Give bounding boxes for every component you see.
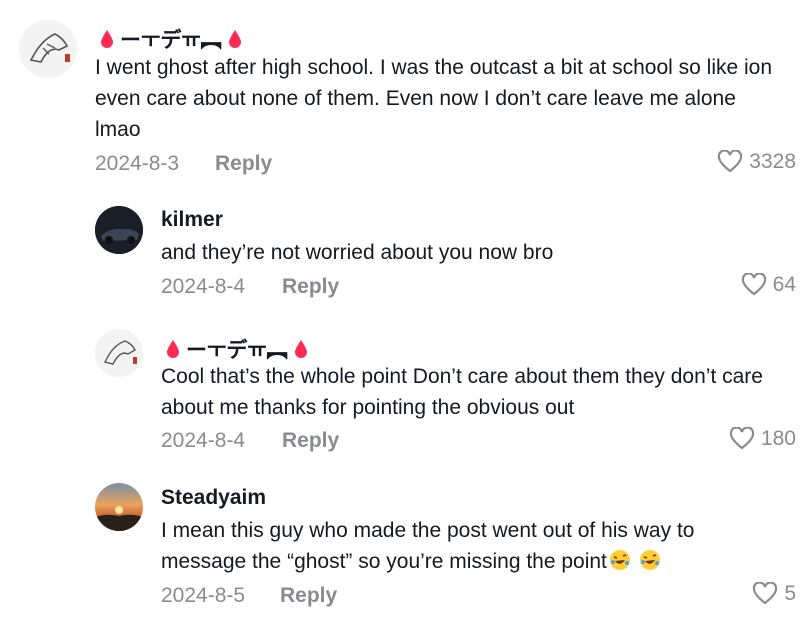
like-button[interactable]: 180 bbox=[729, 427, 796, 451]
like-count: 5 bbox=[784, 582, 796, 605]
heart-outline-icon bbox=[741, 273, 766, 296]
heart-outline-icon bbox=[729, 427, 755, 450]
comment-username[interactable]: ーㅜデㅠ︻ bbox=[100, 24, 242, 54]
comment-username[interactable]: kilmer bbox=[161, 208, 223, 232]
avatar[interactable] bbox=[95, 483, 143, 531]
heart-outline-icon bbox=[753, 582, 778, 605]
like-button[interactable]: 3328 bbox=[717, 150, 796, 174]
comment-text: and they’re not worried about you now br… bbox=[161, 241, 554, 264]
comment-text: I went ghost after high school. I was th… bbox=[95, 56, 773, 141]
comment-date: 2024-8-4 bbox=[161, 429, 246, 452]
rolling-laughing-emoji bbox=[609, 550, 630, 570]
like-button[interactable]: 5 bbox=[752, 582, 796, 606]
rolling-laughing-emoji bbox=[639, 550, 660, 570]
like-count: 64 bbox=[772, 273, 796, 296]
red-drop-icon bbox=[167, 340, 179, 358]
comment-username[interactable]: ーㅜデㅠ︻ bbox=[166, 334, 308, 364]
reply-button[interactable]: Reply bbox=[282, 275, 339, 299]
comment-username[interactable]: Steadyaim bbox=[161, 486, 266, 510]
avatar[interactable] bbox=[95, 206, 143, 254]
reply-button[interactable]: Reply bbox=[215, 152, 272, 176]
comment-date: 2024-8-4 bbox=[161, 275, 246, 298]
username-text: ーㅜデㅠ︻ bbox=[186, 339, 288, 362]
username-text: ーㅜデㅠ︻ bbox=[120, 29, 222, 52]
red-drop-icon bbox=[294, 340, 307, 358]
comment-date: 2024-8-3 bbox=[95, 152, 180, 175]
like-count: 180 bbox=[760, 427, 796, 450]
like-button[interactable]: 64 bbox=[741, 273, 796, 297]
comment-text: I mean this guy who made the post went o… bbox=[161, 515, 781, 577]
comment-date: 2024-8-5 bbox=[161, 584, 246, 607]
avatar[interactable] bbox=[95, 329, 143, 377]
reply-button[interactable]: Reply bbox=[282, 429, 339, 453]
like-count: 3328 bbox=[749, 150, 796, 173]
red-drop-icon bbox=[101, 30, 113, 48]
heart-outline-icon bbox=[718, 150, 743, 173]
red-drop-icon bbox=[228, 30, 241, 48]
reply-button[interactable]: Reply bbox=[280, 584, 337, 608]
comment-text: Cool that’s the whole point Don’t care a… bbox=[161, 365, 763, 419]
avatar[interactable] bbox=[19, 20, 77, 78]
